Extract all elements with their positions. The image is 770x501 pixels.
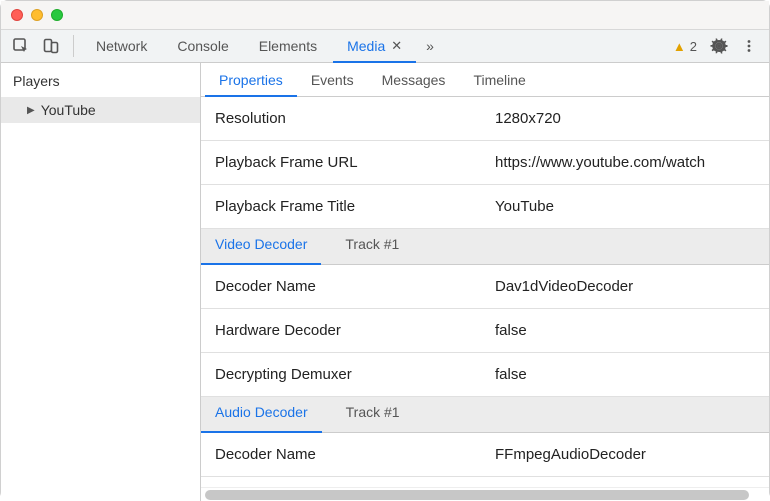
properties-scroll-area[interactable]: Resolution 1280x720 Playback Frame URL h… bbox=[201, 97, 769, 487]
workspace: Players ▶ YouTube Properties Events Mess… bbox=[1, 63, 769, 501]
property-row: Decoder Name FFmpegAudioDecoder bbox=[201, 433, 769, 477]
chevron-double-right-icon: » bbox=[426, 38, 434, 54]
window-zoom-button[interactable] bbox=[51, 9, 63, 21]
tab-elements[interactable]: Elements bbox=[245, 29, 331, 63]
gear-icon bbox=[710, 37, 728, 55]
property-row: Resolution 1280x720 bbox=[201, 97, 769, 141]
section-track-info: Track #1 bbox=[346, 397, 400, 432]
disclosure-triangle-icon: ▶ bbox=[27, 105, 35, 116]
property-key: Decrypting Demuxer bbox=[215, 366, 495, 383]
tab-console[interactable]: Console bbox=[163, 29, 242, 63]
property-row: Hardware Decoder false bbox=[201, 309, 769, 353]
sidebar-title: Players bbox=[1, 63, 200, 97]
window-titlebar bbox=[1, 1, 769, 29]
player-item-label: YouTube bbox=[41, 102, 96, 118]
property-key: Resolution bbox=[215, 110, 495, 127]
subtab-events[interactable]: Events bbox=[297, 63, 368, 97]
section-tab-label: Video Decoder bbox=[215, 236, 307, 252]
tab-label: Media bbox=[347, 38, 385, 54]
property-value: false bbox=[495, 366, 755, 383]
property-row: Playback Frame Title YouTube bbox=[201, 185, 769, 229]
tabs-overflow-button[interactable]: » bbox=[418, 29, 442, 63]
property-value: https://www.youtube.com/watch bbox=[495, 154, 755, 171]
property-value: FFmpegAudioDecoder bbox=[495, 446, 755, 463]
inspect-element-icon[interactable] bbox=[7, 32, 35, 60]
property-key: Playback Frame Title bbox=[215, 198, 495, 215]
warning-count-badge[interactable]: ▲ 2 bbox=[667, 39, 703, 54]
warning-icon: ▲ bbox=[673, 39, 686, 54]
toolbar-divider bbox=[73, 35, 74, 57]
property-key: Playback Frame URL bbox=[215, 154, 495, 171]
tab-label: Elements bbox=[259, 38, 317, 54]
kebab-icon bbox=[742, 39, 756, 53]
property-key: Hardware Decoder bbox=[215, 322, 495, 339]
section-track-info: Track #1 bbox=[345, 229, 399, 264]
section-tab-label: Audio Decoder bbox=[215, 404, 308, 420]
subtab-label: Timeline bbox=[473, 72, 525, 88]
property-key: Decoder Name bbox=[215, 446, 495, 463]
warning-count: 2 bbox=[690, 39, 697, 54]
property-value: Dav1dVideoDecoder bbox=[495, 278, 755, 295]
section-tab[interactable]: Video Decoder bbox=[201, 230, 321, 265]
media-detail-panel: Properties Events Messages Timeline Reso… bbox=[201, 63, 769, 501]
section-header-video-decoder: Video Decoder Track #1 bbox=[201, 229, 769, 265]
property-row: Decrypting Demuxer false bbox=[201, 353, 769, 397]
subtab-label: Messages bbox=[382, 72, 446, 88]
more-menu-button[interactable] bbox=[735, 32, 763, 60]
property-value: false bbox=[495, 322, 755, 339]
close-tab-icon[interactable]: ✕ bbox=[391, 38, 402, 54]
horizontal-scrollbar-thumb[interactable] bbox=[205, 490, 749, 500]
property-key: Decoder Name bbox=[215, 278, 495, 295]
window-close-button[interactable] bbox=[11, 9, 23, 21]
tab-label: Console bbox=[177, 38, 228, 54]
horizontal-scrollbar[interactable] bbox=[201, 487, 769, 501]
devtools-toolbar: Network Console Elements Media ✕ » ▲ 2 bbox=[1, 29, 769, 63]
subtab-properties[interactable]: Properties bbox=[205, 63, 297, 97]
tab-label: Network bbox=[96, 38, 147, 54]
media-subtabs: Properties Events Messages Timeline bbox=[201, 63, 769, 97]
section-header-audio-decoder: Audio Decoder Track #1 bbox=[201, 397, 769, 433]
tab-media[interactable]: Media ✕ bbox=[333, 29, 416, 63]
property-row: Playback Frame URL https://www.youtube.c… bbox=[201, 141, 769, 185]
subtab-messages[interactable]: Messages bbox=[368, 63, 460, 97]
device-toggle-icon[interactable] bbox=[37, 32, 65, 60]
property-value: 1280x720 bbox=[495, 110, 755, 127]
tab-network[interactable]: Network bbox=[82, 29, 161, 63]
subtab-label: Events bbox=[311, 72, 354, 88]
subtab-timeline[interactable]: Timeline bbox=[459, 63, 539, 97]
subtab-label: Properties bbox=[219, 72, 283, 88]
property-value: YouTube bbox=[495, 198, 755, 215]
players-sidebar: Players ▶ YouTube bbox=[1, 63, 201, 501]
settings-button[interactable] bbox=[705, 32, 733, 60]
property-row: Decoder Name Dav1dVideoDecoder bbox=[201, 265, 769, 309]
section-tab[interactable]: Audio Decoder bbox=[201, 398, 322, 433]
player-item-youtube[interactable]: ▶ YouTube bbox=[1, 97, 200, 123]
window-minimize-button[interactable] bbox=[31, 9, 43, 21]
